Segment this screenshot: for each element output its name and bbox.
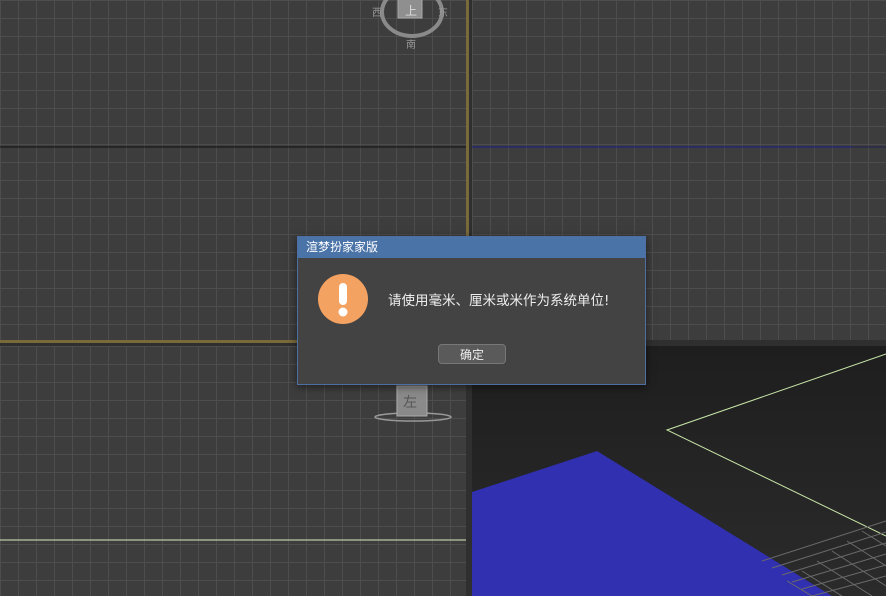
dialog-title: 渲梦扮家家版 bbox=[306, 240, 379, 254]
dialog-title-bar[interactable]: 渲梦扮家家版 bbox=[298, 237, 645, 258]
viewcube-face-label: 上 bbox=[405, 4, 418, 18]
ok-button[interactable]: 确定 bbox=[438, 344, 506, 364]
viewcube-top[interactable]: 上 西 东 南 bbox=[372, 0, 448, 51]
dialog-message: 请使用毫米、厘米或米作为系统单位! bbox=[388, 293, 610, 309]
perspective-plane bbox=[472, 451, 832, 596]
warning-dialog: 渲梦扮家家版 请使用毫米、厘米或米作为系统单位! 确定 bbox=[297, 236, 646, 385]
compass-south-label: 南 bbox=[406, 40, 416, 51]
viewcube-face-label: 左 bbox=[403, 395, 417, 411]
compass-west-label: 西 bbox=[372, 8, 382, 19]
compass-east-label: 东 bbox=[438, 8, 448, 19]
warning-exclamation-icon bbox=[318, 274, 368, 324]
viewcube-left[interactable]: 左 bbox=[372, 384, 456, 426]
